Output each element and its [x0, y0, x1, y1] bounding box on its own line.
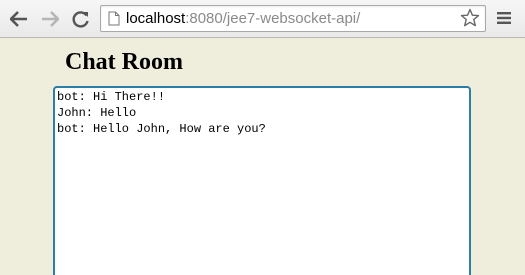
star-icon[interactable] [460, 8, 480, 28]
url-text: localhost:8080/jee7-websocket-api/ [126, 10, 360, 28]
back-arrow-icon [10, 11, 27, 27]
chat-message: bot: Hi There!! [57, 90, 166, 104]
chat-message: John: Hello [57, 106, 137, 120]
chat-message: bot: Hello John, How are you? [57, 122, 266, 136]
page-content: Chat Room bot: Hi There!! John: Hello bo… [0, 38, 525, 275]
page-title: Chat Room [65, 49, 183, 75]
forward-button[interactable] [40, 9, 60, 29]
url-path: :8080/jee7-websocket-api/ [185, 10, 361, 27]
url-host: localhost [126, 10, 186, 27]
address-bar[interactable]: localhost:8080/jee7-websocket-api/ [100, 5, 486, 32]
browser-window: localhost:8080/jee7-websocket-api/ Chat … [0, 0, 525, 275]
reload-icon [72, 11, 89, 28]
browser-toolbar: localhost:8080/jee7-websocket-api/ [0, 0, 525, 38]
chat-log[interactable]: bot: Hi There!! John: Hello bot: Hello J… [53, 86, 471, 275]
forward-arrow-icon [42, 11, 59, 27]
page-icon [108, 11, 120, 26]
back-button[interactable] [9, 9, 29, 29]
reload-button[interactable] [71, 9, 91, 29]
menu-icon[interactable] [496, 11, 512, 25]
